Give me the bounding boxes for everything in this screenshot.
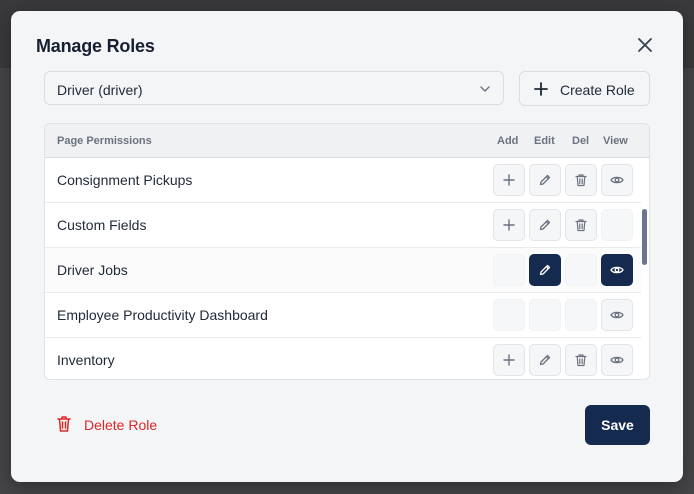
save-button[interactable]: Save bbox=[585, 405, 650, 445]
row-label: Inventory bbox=[57, 352, 115, 368]
plus-icon bbox=[503, 174, 515, 186]
table-row: Custom Fields bbox=[45, 203, 641, 248]
edit-permission-toggle[interactable] bbox=[529, 209, 561, 241]
row-label: Employee Productivity Dashboard bbox=[57, 307, 268, 323]
scrollbar-thumb[interactable] bbox=[642, 209, 647, 265]
eye-icon bbox=[610, 356, 624, 364]
plus-icon bbox=[534, 82, 548, 96]
del-permission-toggle[interactable] bbox=[565, 209, 597, 241]
pencil-icon bbox=[539, 174, 551, 186]
plus-icon bbox=[503, 354, 515, 366]
row-label: Custom Fields bbox=[57, 217, 147, 233]
eye-icon bbox=[610, 266, 624, 274]
pencil-icon bbox=[539, 219, 551, 231]
role-select-value: Driver (driver) bbox=[57, 82, 143, 98]
eye-icon bbox=[610, 311, 624, 319]
eye-icon bbox=[610, 176, 624, 184]
plus-icon bbox=[503, 219, 515, 231]
role-select[interactable]: Driver (driver) bbox=[44, 71, 504, 105]
save-label: Save bbox=[601, 417, 634, 433]
del-permission-toggle[interactable] bbox=[565, 299, 597, 331]
trash-icon bbox=[575, 219, 587, 232]
add-permission-toggle[interactable] bbox=[493, 209, 525, 241]
trash-icon bbox=[575, 354, 587, 367]
add-permission-toggle[interactable] bbox=[493, 299, 525, 331]
pencil-icon bbox=[539, 264, 551, 276]
view-permission-toggle[interactable] bbox=[601, 299, 633, 331]
trash-icon bbox=[57, 416, 71, 432]
del-permission-toggle[interactable] bbox=[565, 344, 597, 376]
add-permission-toggle[interactable] bbox=[493, 344, 525, 376]
edit-permission-toggle[interactable] bbox=[529, 299, 561, 331]
create-role-label: Create Role bbox=[560, 82, 635, 98]
edit-permission-toggle[interactable] bbox=[529, 164, 561, 196]
column-header-page: Page Permissions bbox=[57, 135, 152, 147]
row-label: Driver Jobs bbox=[57, 262, 128, 278]
manage-roles-dialog: Manage Roles Driver (driver) Create Role… bbox=[11, 11, 683, 482]
create-role-button[interactable]: Create Role bbox=[519, 71, 650, 106]
delete-role-label: Delete Role bbox=[84, 417, 158, 433]
del-permission-toggle[interactable] bbox=[565, 254, 597, 286]
table-row: Driver Jobs bbox=[45, 248, 641, 293]
pencil-icon bbox=[539, 354, 551, 366]
del-permission-toggle[interactable] bbox=[565, 164, 597, 196]
edit-permission-toggle[interactable] bbox=[529, 254, 561, 286]
scrollbar-track[interactable] bbox=[641, 158, 649, 379]
permissions-table: Page Permissions Add Edit Del View Consi… bbox=[44, 123, 650, 380]
edit-permission-toggle[interactable] bbox=[529, 344, 561, 376]
add-permission-toggle[interactable] bbox=[493, 164, 525, 196]
close-icon bbox=[638, 38, 652, 52]
chevron-down-icon bbox=[480, 86, 490, 92]
column-header-del: Del bbox=[572, 135, 590, 147]
trash-icon bbox=[575, 174, 587, 187]
view-permission-toggle[interactable] bbox=[601, 254, 633, 286]
column-header-add: Add bbox=[497, 135, 519, 147]
view-permission-toggle[interactable] bbox=[601, 209, 633, 241]
table-header: Page Permissions Add Edit Del View bbox=[45, 124, 649, 158]
row-label: Consignment Pickups bbox=[57, 172, 193, 188]
table-row: Employee Productivity Dashboard bbox=[45, 293, 641, 338]
permissions-rows: Consignment Pickups Custom Fields Driver… bbox=[45, 158, 641, 379]
dialog-title: Manage Roles bbox=[36, 36, 155, 56]
add-permission-toggle[interactable] bbox=[493, 254, 525, 286]
column-header-view: View bbox=[603, 135, 628, 147]
close-button[interactable] bbox=[635, 35, 655, 55]
table-row: Inventory bbox=[45, 338, 641, 379]
view-permission-toggle[interactable] bbox=[601, 164, 633, 196]
view-permission-toggle[interactable] bbox=[601, 344, 633, 376]
column-header-edit: Edit bbox=[534, 135, 555, 147]
table-row: Consignment Pickups bbox=[45, 158, 641, 203]
